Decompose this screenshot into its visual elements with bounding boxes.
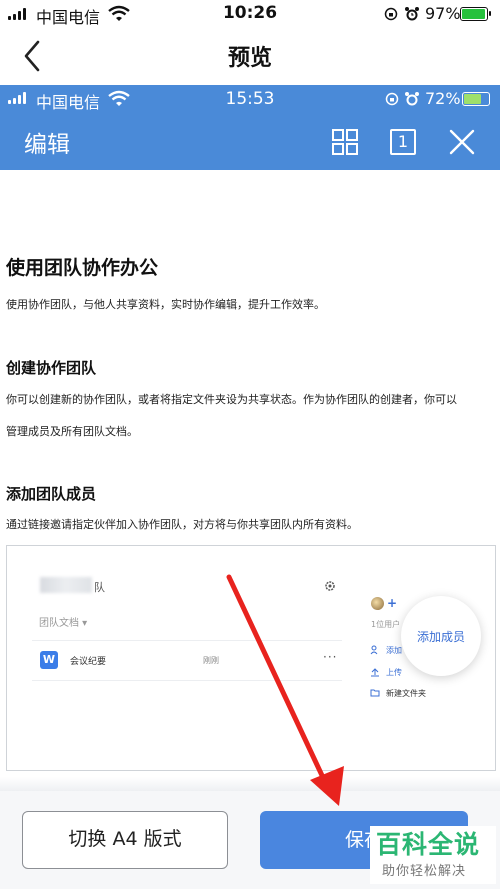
doc-paragraph-2b: 管理成员及所有团队文档。 — [6, 425, 138, 438]
editor-header — [0, 113, 500, 170]
doc-time: 刚刚 — [203, 656, 219, 665]
gear-icon — [325, 581, 335, 591]
doc-paragraph-3: 通过链接邀请指定伙伴加入协作团队，对方将与你共享团队内所有资料。 — [6, 518, 358, 531]
doc-paragraph-2a: 你可以创建新的协作团队，或者将指定文件夹设为共享状态。作为协作团队的创建者，你可… — [6, 393, 457, 406]
blurred-team-name — [40, 577, 92, 593]
inner-battery-icon — [462, 92, 490, 106]
watermark-title: 百科全说 — [376, 830, 481, 859]
battery-icon — [460, 7, 491, 21]
team-name-suffix: 队 — [94, 581, 105, 594]
page-indicator-icon[interactable]: 1 — [390, 129, 416, 155]
upload-icon — [371, 668, 379, 677]
new-folder-icon — [370, 689, 380, 697]
page-edge — [0, 777, 500, 791]
inner-rotation-lock-icon — [385, 92, 399, 106]
add-member-label: 添加成员 — [416, 630, 465, 644]
divider — [32, 640, 342, 641]
rotation-lock-icon — [384, 7, 398, 21]
watermark-subtitle: 助你轻松解决 — [382, 864, 467, 879]
edit-title[interactable]: 编辑 — [24, 125, 70, 159]
members-count: 1位用户 — [371, 620, 401, 629]
page-title: 预览 — [227, 46, 272, 71]
side-item-upload: 上传 — [386, 668, 402, 677]
switch-a4-button[interactable]: 切换 A4 版式 — [22, 811, 228, 869]
word-doc-icon: W — [40, 651, 58, 669]
doc-name: 会议纪要 — [70, 657, 107, 667]
doc-heading-add-members: 添加团队成员 — [6, 485, 97, 503]
close-icon[interactable] — [448, 128, 476, 156]
divider — [32, 680, 342, 681]
doc-heading-create-team: 创建协作团队 — [6, 359, 97, 377]
avatar — [371, 597, 384, 610]
more-icon: ··· — [323, 650, 338, 664]
battery-percent: 97% — [425, 4, 461, 23]
inner-alarm-icon — [405, 92, 419, 106]
plus-icon: + — [387, 596, 398, 610]
doc-heading-team-work: 使用团队协作办公 — [6, 257, 159, 279]
inner-battery-percent: 72% — [425, 89, 461, 108]
grid-view-icon[interactable] — [331, 128, 359, 156]
alarm-icon — [405, 7, 419, 21]
doc-paragraph-1: 使用协作团队，与他人共享资料，实时协作编辑，提升工作效率。 — [6, 298, 325, 311]
add-user-icon — [370, 645, 378, 655]
side-item-new-folder: 新建文件夹 — [386, 689, 426, 698]
team-docs-dropdown: 团队文档 ▾ — [39, 618, 88, 629]
side-item-add: 添加 — [386, 646, 402, 655]
